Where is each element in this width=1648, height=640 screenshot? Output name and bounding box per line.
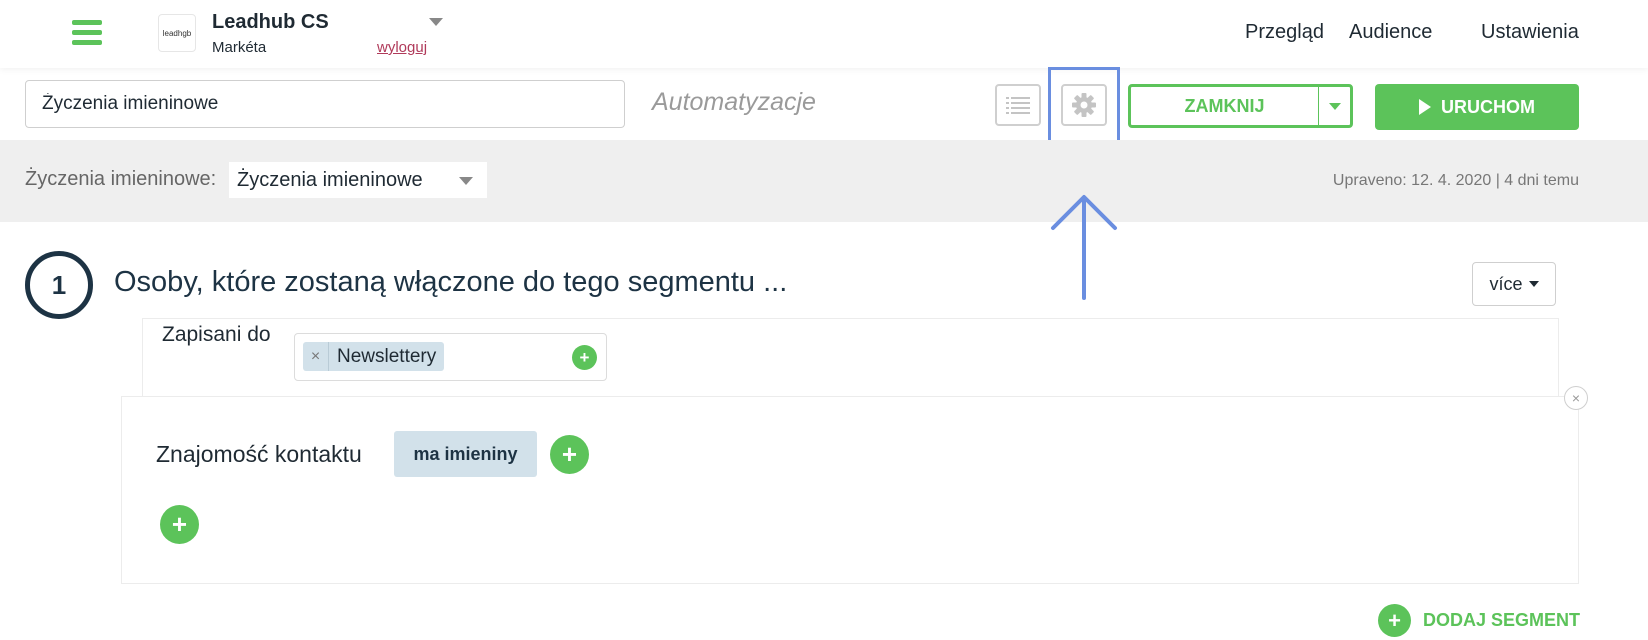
subscribed-label: Zapisani do	[162, 323, 271, 346]
automation-select-value: Życzenia imieninowe	[237, 168, 423, 191]
more-button[interactable]: více	[1472, 262, 1556, 306]
list-view-button[interactable]	[995, 84, 1041, 126]
plus-icon: +	[1378, 604, 1411, 637]
chevron-down-icon	[459, 177, 473, 185]
condition-label: Znajomość kontaktu	[156, 441, 362, 467]
contact-condition-box	[121, 396, 1579, 584]
nav-overview[interactable]: Przegląd	[1245, 21, 1324, 44]
more-button-label: více	[1489, 273, 1523, 294]
automation-info-bar: Życzenia imieninowe: Życzenia imieninowe…	[0, 140, 1648, 222]
segment-title: Osoby, które zostaną włączone do tego se…	[114, 266, 788, 298]
arrow-up-icon	[1051, 195, 1117, 300]
close-button[interactable]: ZAMKNIJ	[1128, 84, 1353, 128]
nav-audience[interactable]: Audience	[1349, 21, 1432, 44]
list-tag-label: Newslettery	[337, 345, 437, 367]
step-number: 1	[25, 251, 93, 319]
chevron-down-icon	[1528, 281, 1539, 287]
add-list-button[interactable]: +	[572, 345, 597, 370]
run-button[interactable]: URUCHOM	[1375, 84, 1579, 130]
account-dropdown-icon[interactable]	[429, 18, 443, 26]
list-tag-field[interactable]: × Newslettery +	[294, 333, 607, 381]
top-header: leadhgb Leadhub CS Markéta wyloguj Przeg…	[0, 0, 1648, 68]
close-dropdown-toggle[interactable]	[1319, 87, 1350, 125]
section-label: Automatyzacje	[652, 88, 816, 116]
remove-condition-button[interactable]: ×	[1564, 386, 1588, 410]
list-icon	[1006, 97, 1030, 114]
chevron-down-icon	[1328, 102, 1341, 110]
close-button-label: ZAMKNIJ	[1131, 87, 1319, 125]
add-segment-button[interactable]: + DODAJ SEGMENT	[1378, 604, 1580, 637]
menu-icon[interactable]	[72, 20, 102, 46]
nav-settings[interactable]: Ustawienia	[1481, 21, 1579, 44]
add-segment-label: DODAJ SEGMENT	[1423, 610, 1581, 630]
remove-tag-icon[interactable]: ×	[303, 342, 329, 371]
settings-highlight-box	[1048, 67, 1120, 147]
add-condition-button[interactable]: +	[160, 505, 199, 544]
run-button-label: URUCHOM	[1441, 96, 1535, 117]
play-icon	[1419, 99, 1431, 115]
modified-info: Upraveno: 12. 4. 2020 | 4 dni temu	[1332, 172, 1579, 189]
automation-select[interactable]: Życzenia imieninowe	[229, 162, 487, 198]
logout-link[interactable]: wyloguj	[377, 39, 427, 56]
condition-chip[interactable]: ma imieniny	[394, 431, 537, 477]
list-tag: × Newslettery	[303, 342, 445, 371]
add-condition-value-button[interactable]: +	[550, 435, 589, 474]
automation-name-input[interactable]	[25, 80, 625, 128]
automation-select-label: Życzenia imieninowe:	[25, 168, 217, 190]
account-logo: leadhgb	[158, 14, 196, 52]
account-user: Markéta	[212, 39, 267, 56]
account-name: Leadhub CS	[212, 11, 329, 33]
